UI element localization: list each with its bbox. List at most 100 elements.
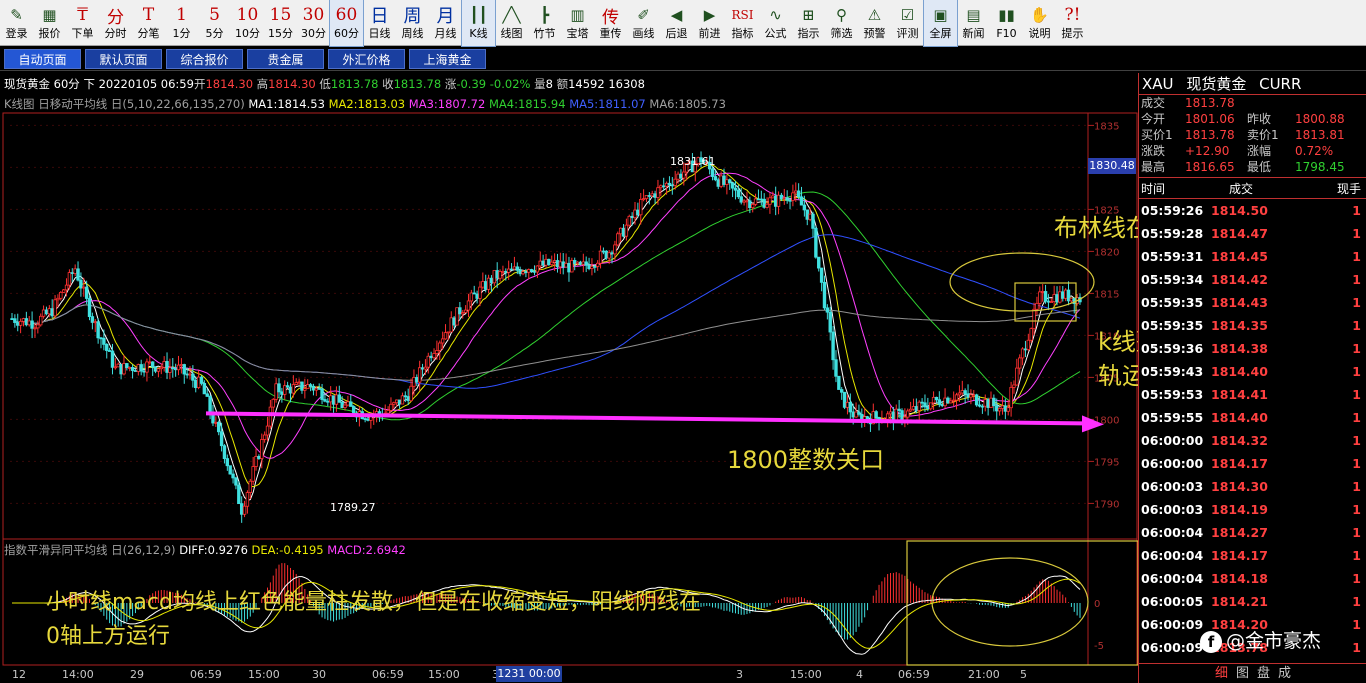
toolbar-btn-32[interactable]: ?! 提示 [1056, 0, 1089, 46]
tab-3[interactable]: 贵金属 [247, 49, 324, 69]
support-1800-line [205, 411, 1083, 426]
candle [837, 375, 841, 390]
toolbar-btn-26[interactable]: ⚠ 预警 [858, 0, 891, 46]
tick-vol: 1 [1352, 617, 1361, 632]
candle [917, 400, 921, 420]
toolbar-btn-19[interactable]: ✐ 画线 [627, 0, 660, 46]
quote-tab-0[interactable]: 细 [1215, 664, 1228, 683]
tick-price: 1814.41 [1211, 387, 1268, 402]
toolbar-btn-5[interactable]: 1 1分 [165, 0, 198, 46]
toolbar-btn-0[interactable]: ✎ 登录 [0, 0, 33, 46]
linechart-icon: ╱╲ [502, 6, 521, 24]
tick-price: 1814.40 [1211, 410, 1268, 425]
toolbar-btn-4[interactable]: T 分笔 [132, 0, 165, 46]
toolbar-btn-11[interactable]: 日日线 [363, 0, 396, 46]
toolbar-btn-30[interactable]: ▮▮ F10 [990, 0, 1023, 46]
candle [773, 186, 778, 216]
quote-row: 今开 1801.06 昨收 1800.88 [1139, 111, 1366, 127]
toolbar-btn-13[interactable]: 月月线 [429, 0, 462, 46]
tick-price: 1814.27 [1211, 525, 1268, 540]
candle [791, 184, 795, 207]
toolbar-btn-25[interactable]: ⚲ 筛选 [825, 0, 858, 46]
candle [389, 397, 393, 413]
macd-indicator-name[interactable]: 指数平滑异同平均线 日(26,12,9) [4, 543, 176, 557]
tab-4[interactable]: 外汇价格 [328, 49, 405, 69]
page-tabs: 自动页面 默认页面 综合报价 贵金属 外汇价格 上海黄金 [0, 47, 1366, 71]
toolbar-label: 指标 [731, 27, 754, 40]
candle [710, 166, 715, 181]
toolbar-btn-17[interactable]: ▥ 宝塔 [561, 0, 594, 46]
candle [294, 378, 298, 386]
candle [1063, 288, 1068, 302]
toolbar-btn-31[interactable]: ✋ 说明 [1023, 0, 1056, 46]
tab-0[interactable]: 自动页面 [4, 49, 81, 69]
tick-header: 时间 成交 现手 [1139, 177, 1366, 199]
hint-icon: ?! [1064, 5, 1081, 25]
quote-cell-l1: 今开 [1141, 112, 1166, 126]
tick-vol: 1 [1352, 594, 1361, 609]
toolbar-btn-24[interactable]: ⊞ 指示 [792, 0, 825, 46]
toolbar-btn-22[interactable]: RSI 指标 [726, 0, 759, 46]
candle [484, 274, 488, 293]
toolbar-btn-8[interactable]: 15 15分 [264, 0, 297, 46]
toolbar-btn-15[interactable]: ╱╲ 线图 [495, 0, 528, 46]
toolbar-btn-29[interactable]: ▤ 新闻 [957, 0, 990, 46]
candle [980, 404, 985, 414]
quote-cell-l2: 昨收 [1247, 112, 1272, 126]
candle [303, 378, 307, 399]
candle [61, 288, 66, 293]
candle [644, 195, 649, 203]
candle [179, 358, 184, 374]
toolbar-btn-28[interactable]: ▣ 全屏 [923, 0, 958, 47]
toolbar-btn-9[interactable]: 30 30分 [297, 0, 330, 46]
toolbar-btn-3[interactable]: 分分时 [99, 0, 132, 46]
candle [36, 320, 40, 334]
toolbar-btn-23[interactable]: ∿ 公式 [759, 0, 792, 46]
tab-2[interactable]: 综合报价 [166, 49, 243, 69]
toolbar-btn-7[interactable]: 10 10分 [231, 0, 264, 46]
quote-tab-2[interactable]: 盘 [1257, 664, 1270, 683]
tab-1[interactable]: 默认页面 [85, 49, 162, 69]
macd-info-line[interactable]: 指数平滑异同平均线 日(26,12,9) DIFF:0.9276 DEA:-0.… [4, 542, 406, 558]
toolbar-btn-16[interactable]: ┣ 竹节 [528, 0, 561, 46]
toolbar-btn-6[interactable]: 5 5分 [198, 0, 231, 46]
toolbar-btn-12[interactable]: 周周线 [396, 0, 429, 46]
candle [280, 387, 284, 403]
toolbar-btn-1[interactable]: ▦ 报价 [33, 0, 66, 46]
toolbar-btn-21[interactable]: ▶ 前进 [693, 0, 726, 46]
candle [162, 356, 166, 372]
quote-tab-3[interactable]: 成 [1278, 664, 1291, 683]
tick-vol: 1 [1352, 272, 1361, 287]
tick-vol: 1 [1352, 387, 1361, 402]
candle [13, 314, 17, 328]
toolbar-label: 60分 [334, 27, 359, 40]
tab-5[interactable]: 上海黄金 [409, 49, 486, 69]
toolbar-btn-18[interactable]: 传重传 [594, 0, 627, 46]
candle [39, 313, 43, 327]
toolbar-btn-2[interactable]: ₸ 下单 [66, 0, 99, 46]
x-tick-label: 4 [856, 668, 863, 681]
toolbar-btn-10[interactable]: 60 60分 [329, 0, 364, 47]
tick-time: 05:59:36 [1141, 341, 1204, 356]
quote-tab-1[interactable]: 图 [1236, 664, 1249, 683]
toolbar-label: 公式 [764, 27, 787, 40]
candle [613, 240, 617, 261]
toolbar-btn-27[interactable]: ☑ 评测 [891, 0, 924, 46]
macd-value: MACD:2.6942 [327, 543, 406, 557]
candle [590, 258, 594, 276]
tick-vol: 1 [1352, 341, 1361, 356]
toolbar-btn-14[interactable]: ┃┃ K线 [461, 0, 496, 47]
candle [550, 255, 554, 267]
candle [231, 469, 235, 484]
candle [443, 324, 448, 340]
low-annotation: 1789.27 [330, 501, 376, 514]
tick-list[interactable]: 05:59:26 1814.50 1 05:59:28 1814.47 1 05:59:31… [1139, 199, 1366, 659]
tick-vol: 1 [1352, 295, 1361, 310]
x-tick-label: 06:59 [190, 668, 222, 681]
toolbar-btn-20[interactable]: ◀ 后退 [660, 0, 693, 46]
candle [199, 375, 204, 386]
candle [50, 299, 54, 319]
candle [498, 269, 502, 282]
candle [429, 351, 433, 362]
candle [877, 416, 881, 431]
